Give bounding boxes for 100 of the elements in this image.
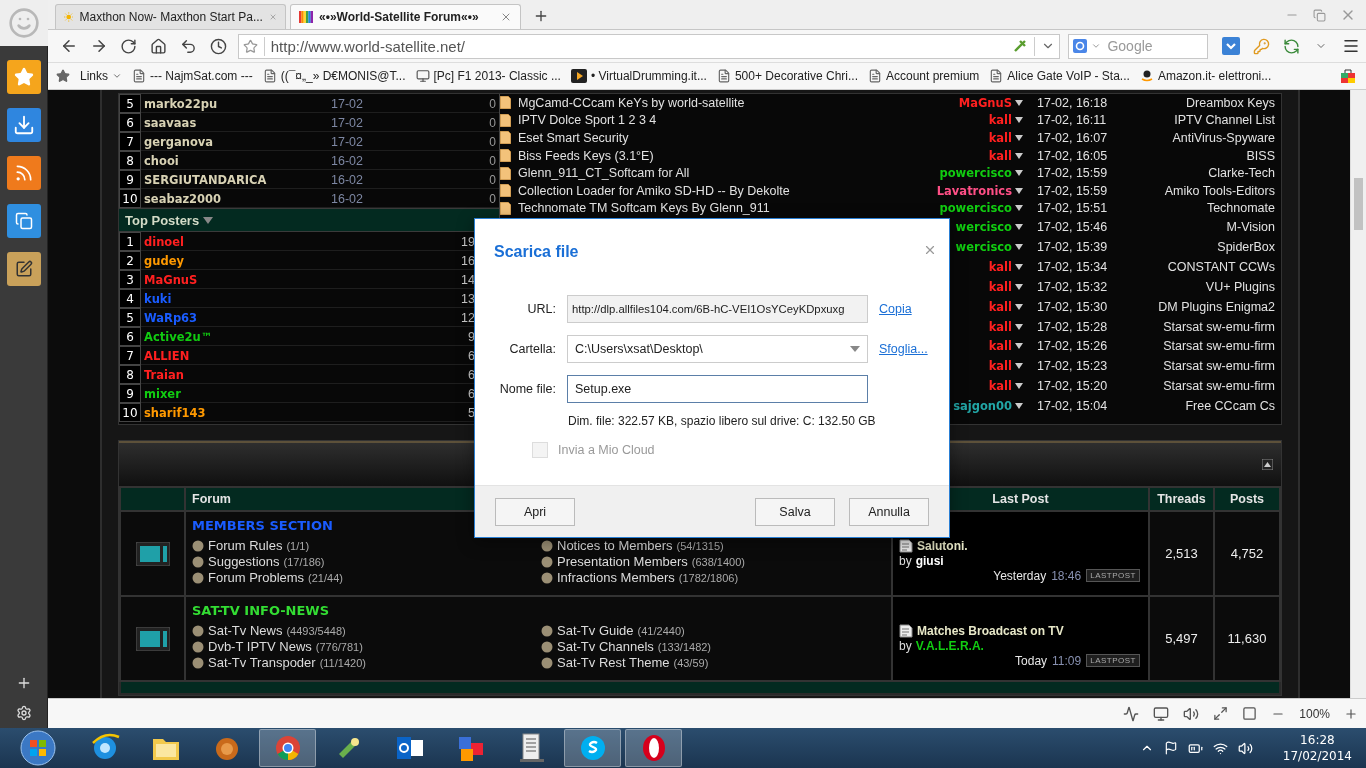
copy-link[interactable]: Copia xyxy=(879,302,949,316)
notepad-button[interactable] xyxy=(6,252,41,286)
zoom-in-icon[interactable] xyxy=(1344,706,1358,721)
forum-link[interactable]: Dreambox Keys xyxy=(1186,95,1281,110)
download-button[interactable] xyxy=(6,108,41,142)
poster-name[interactable]: powercisco xyxy=(939,201,1015,216)
caret-icon[interactable] xyxy=(1015,323,1023,330)
close-icon[interactable] xyxy=(500,11,512,23)
poster-name[interactable]: sajgon00 xyxy=(953,399,1015,414)
collapse-icon[interactable] xyxy=(1262,459,1273,470)
member-name[interactable]: gerganova xyxy=(141,134,331,149)
undo-icon[interactable] xyxy=(180,37,198,55)
thread-link[interactable]: IPTV Dolce Sport 1 2 3 4 xyxy=(518,113,918,128)
browser-tab[interactable]: Maxthon Now- Maxthon Start Pa... xyxy=(55,4,286,29)
caret-icon[interactable] xyxy=(1015,383,1023,390)
caret-icon[interactable] xyxy=(1015,303,1023,310)
monitor-icon[interactable] xyxy=(1153,705,1170,722)
fullscreen-icon[interactable] xyxy=(1213,706,1229,721)
file-name-field[interactable]: Setup.exe xyxy=(567,375,868,403)
poster-name[interactable]: wercisco xyxy=(955,220,1015,235)
subforum-link[interactable]: Sat-Tv News xyxy=(208,623,283,638)
forum-link[interactable]: Starsat sw-emu-firm xyxy=(1163,339,1281,354)
reload-icon[interactable] xyxy=(120,37,138,55)
close-icon[interactable] xyxy=(923,243,937,257)
url-field[interactable]: http://dlp.allfiles104.com/6B-hC-VEI1OsYCeyKDpxuxg xyxy=(567,295,868,323)
plug-icon[interactable] xyxy=(1012,38,1029,54)
forum-link[interactable]: Starsat sw-emu-firm xyxy=(1163,319,1281,334)
clock[interactable]: 16:28 17/02/2014 xyxy=(1282,732,1352,764)
bookmark-item[interactable]: --- NajmSat.com --- xyxy=(132,65,253,87)
member-name[interactable]: SERGIUTANDARICA xyxy=(141,172,331,187)
poster-name[interactable]: Traian xyxy=(141,367,439,382)
open-button[interactable]: Apri xyxy=(495,497,575,526)
bookmark-item[interactable]: Account premium xyxy=(868,65,980,87)
activity-icon[interactable] xyxy=(1123,705,1140,722)
poster-name[interactable]: MaGnuS xyxy=(958,95,1015,110)
subforum-link[interactable]: Infractions Members xyxy=(557,570,675,585)
thread-link[interactable]: Eset Smart Security xyxy=(518,131,918,145)
bookmark-item[interactable]: Alice Gate VoIP - Sta... xyxy=(989,65,1130,87)
forum-link[interactable]: Starsat sw-emu-firm xyxy=(1163,379,1281,394)
forum-link[interactable]: IPTV Channel List xyxy=(1174,113,1281,128)
cancel-button[interactable]: Annulla xyxy=(849,497,929,526)
poster-name[interactable]: dinoel xyxy=(141,234,439,249)
poster-name[interactable]: kall xyxy=(988,148,1015,163)
bookmark-item[interactable]: • VirtualDrumming.it... xyxy=(570,65,707,87)
opera-icon[interactable] xyxy=(640,733,667,763)
history-icon[interactable] xyxy=(210,37,228,55)
forum-link[interactable]: Starsat sw-emu-firm xyxy=(1163,359,1281,374)
home-icon[interactable] xyxy=(150,37,168,55)
forum-link[interactable]: Free CCcam Cs xyxy=(1185,399,1281,414)
caret-icon[interactable] xyxy=(1015,363,1023,370)
subforum-link[interactable]: Sat-Tv Transpoder xyxy=(208,655,316,670)
user-link[interactable]: giusi xyxy=(915,553,944,568)
bag-icon[interactable] xyxy=(1340,68,1356,84)
poster-name[interactable]: kall xyxy=(988,359,1015,374)
user-link[interactable]: V.A.L.E.R.A. xyxy=(915,638,984,653)
bookmark-item[interactable]: Links xyxy=(80,65,122,87)
bookmark-item[interactable]: [Pc] F1 2013- Classic ... xyxy=(415,65,561,87)
caret-icon[interactable] xyxy=(1015,170,1023,177)
thread-link[interactable]: Collection Loader for Amiko SD-HD -- By Dekolte xyxy=(518,183,918,198)
star-icon[interactable] xyxy=(56,69,70,83)
mail-icon[interactable] xyxy=(394,734,425,762)
last-post-badge[interactable]: LASTPOST xyxy=(1086,569,1140,582)
subforum-link[interactable]: Sat-Tv Rest Theme xyxy=(557,655,670,670)
last-post-link[interactable]: Matches Broadcast on TV xyxy=(917,623,1064,638)
split-icon[interactable] xyxy=(1242,706,1258,721)
caret-icon[interactable] xyxy=(1015,99,1023,106)
forum-icon[interactable] xyxy=(135,626,170,651)
subforum-link[interactable]: Presentation Members xyxy=(557,554,688,569)
last-post-link[interactable]: Salutoni. xyxy=(917,538,968,553)
search-box[interactable]: Google xyxy=(1068,33,1209,59)
poster-name[interactable]: mixer xyxy=(141,386,439,401)
poster-name[interactable]: MaGnuS xyxy=(141,272,439,287)
thread-link[interactable]: Biss Feeds Keys (3.1°E) xyxy=(518,148,918,163)
subforum-link[interactable]: Dvb-T IPTV News xyxy=(208,639,312,654)
forum-link[interactable]: CONSTANT CCWs xyxy=(1167,259,1281,274)
poster-name[interactable]: kall xyxy=(988,259,1015,274)
forum-link[interactable]: BISS xyxy=(1246,148,1281,163)
network-icon[interactable] xyxy=(1212,740,1228,756)
settings-icon[interactable] xyxy=(15,705,32,721)
poster-name[interactable]: kall xyxy=(988,131,1015,145)
star-icon[interactable] xyxy=(242,38,258,54)
sync-icon[interactable] xyxy=(1282,37,1300,55)
caret-icon[interactable] xyxy=(1015,187,1023,194)
caret-icon[interactable] xyxy=(1015,403,1023,410)
poster-name[interactable]: kall xyxy=(988,379,1015,394)
subforum-link[interactable]: Notices to Members xyxy=(557,538,673,553)
download-icon[interactable] xyxy=(1222,37,1241,55)
poster-name[interactable]: kall xyxy=(988,319,1015,334)
member-name[interactable]: marko22pu xyxy=(141,96,331,111)
rss-button[interactable] xyxy=(6,156,41,190)
new-tab-icon[interactable] xyxy=(533,8,549,24)
poster-name[interactable]: kuki xyxy=(141,291,439,306)
subforum-link[interactable]: Suggestions xyxy=(208,554,280,569)
last-post-badge[interactable]: LASTPOST xyxy=(1086,654,1140,667)
start-button[interactable] xyxy=(18,728,58,768)
bookmark-item[interactable]: 500+ Decorative Chri... xyxy=(716,65,858,87)
bookmark-item[interactable]: Amazon.it- elettroni... xyxy=(1139,65,1272,87)
forum-link[interactable]: Clarke-Tech xyxy=(1208,166,1281,181)
poster-name[interactable]: kall xyxy=(988,279,1015,294)
thread-link[interactable]: Technomate TM Softcam Keys By Glenn_911 xyxy=(518,201,918,216)
